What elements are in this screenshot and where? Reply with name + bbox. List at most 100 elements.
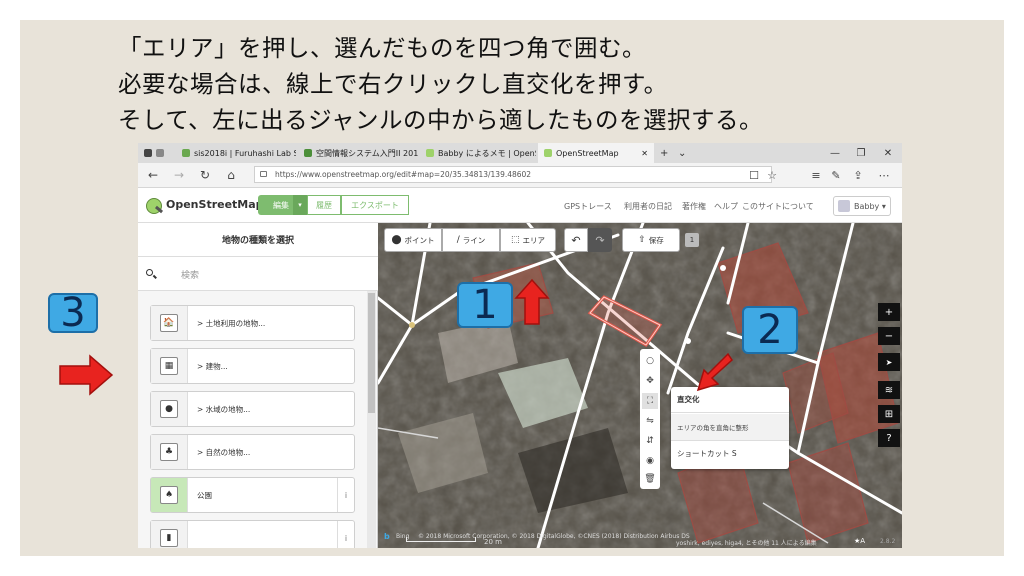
step-2-number: 2: [757, 307, 783, 353]
minimize-button[interactable]: —: [822, 143, 848, 163]
tab-label: Babby によるメモ | OpenStree: [438, 148, 536, 158]
back-button[interactable]: ←: [144, 166, 162, 184]
add-area-button[interactable]: ⬚ エリア: [500, 228, 556, 252]
user-menu-button[interactable]: Babby ▾: [833, 196, 891, 216]
osm-brand[interactable]: OpenStreetMap: [166, 198, 264, 211]
set-aside-tabs-icon: [156, 149, 164, 157]
contributors[interactable]: yoshirk, ediyes, higa4, とその他 11 人による編集: [676, 538, 817, 547]
preset-partial[interactable]: ▮ i: [150, 520, 355, 548]
share-icon[interactable]: ⇪: [850, 166, 866, 184]
history-button[interactable]: 履歴: [307, 195, 341, 215]
reflect-short-icon[interactable]: ⇵: [642, 433, 658, 449]
tab-openstreetmap[interactable]: OpenStreetMap ✕: [538, 143, 654, 163]
zoom-out-button[interactable]: −: [878, 327, 900, 345]
park-tree-icon: ♠: [160, 486, 178, 504]
gps-traces-link[interactable]: GPSトレース: [564, 201, 612, 212]
user-name: Babby ▾: [854, 201, 886, 211]
reflect-long-icon[interactable]: ⇋: [642, 413, 658, 429]
tab-label: 空間情報システム入門II 2018: [316, 148, 418, 158]
reload-button[interactable]: ↻: [196, 166, 214, 184]
scale-label: 20 m: [484, 538, 502, 546]
add-area-label: エリア: [522, 235, 546, 245]
preset-search-input[interactable]: 検索: [138, 257, 378, 291]
hub-icon[interactable]: ≡: [808, 166, 824, 184]
tab-babby-note[interactable]: Babby によるメモ | OpenStree: [420, 143, 536, 163]
home-button[interactable]: ⌂: [222, 166, 240, 184]
circularize-icon[interactable]: ○: [642, 353, 658, 369]
osm-favicon-icon: [426, 149, 434, 157]
tree-icon: ♣: [160, 443, 178, 461]
preset-natural[interactable]: ♣ > 自然の地物...: [150, 434, 355, 470]
step-1-badge: 1: [457, 282, 513, 328]
search-placeholder: 検索: [181, 271, 200, 281]
delete-icon[interactable]: 🗑: [642, 471, 658, 487]
about-link[interactable]: このサイトについて: [742, 201, 814, 212]
scrollbar-thumb[interactable]: [368, 293, 375, 413]
web-note-icon[interactable]: ✎: [828, 166, 844, 184]
reading-view-icon[interactable]: ☐: [746, 166, 762, 184]
area-icon: ⬚: [510, 235, 520, 245]
tab-spatial-info[interactable]: 空間情報システム入門II 2018: [298, 143, 418, 163]
right-arrow-icon: [59, 354, 114, 396]
add-line-button[interactable]: ∕ ライン: [442, 228, 500, 252]
tab-label: OpenStreetMap: [556, 148, 619, 158]
orthogonalize-icon[interactable]: ⛶: [642, 393, 658, 409]
tab-strip-controls[interactable]: [138, 143, 174, 163]
preset-icon: ▮: [160, 529, 178, 547]
url-field[interactable]: https://www.openstreetmap.org/edit#map=2…: [254, 166, 772, 183]
maximize-button[interactable]: ❐: [848, 143, 874, 163]
down-left-arrow-icon: [696, 352, 733, 392]
help-icon[interactable]: ?: [878, 429, 900, 447]
version-label: 2.8.2: [880, 538, 896, 545]
classroom-favicon-icon: [304, 149, 312, 157]
tab-label: sis2018i | Furuhashi Lab Sla: [194, 148, 296, 158]
preset-building[interactable]: ▦ > 建物...: [150, 348, 355, 384]
favorite-star-icon[interactable]: ☆: [764, 166, 780, 184]
geolocate-icon[interactable]: ➤: [878, 353, 900, 371]
save-label: 保存: [648, 235, 664, 245]
save-button[interactable]: ⇧ 保存: [622, 228, 680, 252]
close-window-button[interactable]: ✕: [875, 143, 901, 163]
rotate-icon[interactable]: ◉: [642, 453, 658, 469]
tab-sis2018i[interactable]: sis2018i | Furuhashi Lab Sla: [176, 143, 296, 163]
up-arrow-icon: [514, 278, 550, 325]
move-icon[interactable]: ✥: [642, 373, 658, 389]
language-icon[interactable]: ★A: [854, 537, 865, 545]
edit-count-badge: 1: [685, 233, 699, 247]
preset-label: > 水域の地物...: [197, 405, 251, 414]
copyright-link[interactable]: 著作権: [682, 201, 706, 212]
info-icon[interactable]: i: [337, 521, 354, 548]
water-drop-icon: ●: [160, 400, 178, 418]
more-menu-icon[interactable]: ⋯: [876, 166, 892, 184]
instruction-text: 「エリア」を押し、選んだものを四つ角で囲む。 必要な場合は、線上で右クリックし直…: [118, 30, 763, 138]
zoom-in-button[interactable]: +: [878, 303, 900, 321]
export-button[interactable]: エクスポート: [341, 195, 409, 215]
forward-button[interactable]: →: [170, 166, 188, 184]
info-icon[interactable]: i: [337, 478, 354, 512]
new-tab-button[interactable]: +: [660, 143, 668, 163]
user-diaries-link[interactable]: 利用者の日記: [624, 201, 672, 212]
scale-bar: [406, 537, 476, 542]
line-icon: ∕: [456, 235, 460, 245]
step-1-number: 1: [472, 282, 498, 328]
preset-label: > 建物...: [197, 362, 228, 371]
layers-icon[interactable]: ≋: [878, 381, 900, 399]
preset-water[interactable]: ● > 水域の地物...: [150, 391, 355, 427]
osm-logo-icon[interactable]: [146, 198, 162, 214]
edit-dropdown-button[interactable]: ▾: [293, 195, 307, 215]
sidebar-scrollbar[interactable]: [367, 291, 376, 548]
avatar: [838, 200, 850, 212]
preset-park[interactable]: ♠ 公園 i: [150, 477, 355, 513]
preset-landuse[interactable]: 🏠 > 土地利用の地物...: [150, 305, 355, 341]
tooltip-description: エリアの角を直角に整形: [671, 414, 789, 440]
tab-list-button[interactable]: ⌄: [678, 143, 686, 163]
tooltip-shortcut: ショートカット S: [671, 440, 789, 466]
undo-button[interactable]: ↶: [564, 228, 588, 252]
help-link[interactable]: ヘルプ: [714, 201, 738, 212]
add-point-button[interactable]: ⬤ ポイント: [384, 228, 442, 252]
tab-close-icon[interactable]: ✕: [641, 149, 648, 158]
instruction-line-1: 「エリア」を押し、選んだものを四つ角で囲む。: [118, 34, 646, 62]
redo-button[interactable]: ↷: [588, 228, 612, 252]
map-canvas[interactable]: ⬤ ポイント ∕ ライン ⬚ エリア ↶ ↷ ⇧ 保存 1 + − ➤ ≋ ⊞ …: [378, 223, 902, 548]
map-data-icon[interactable]: ⊞: [878, 405, 900, 423]
